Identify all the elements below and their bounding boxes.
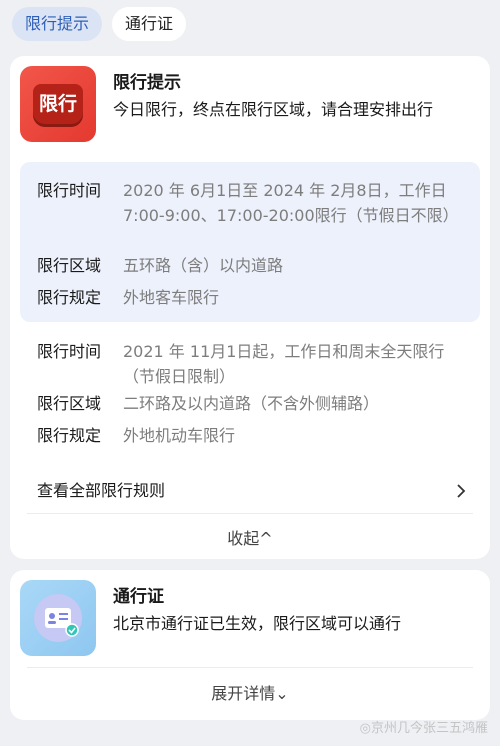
pass-subtitle: 北京市通行证已生效，限行区域可以通行 bbox=[113, 614, 402, 633]
expand-details-button[interactable]: 展开详情⌄ bbox=[10, 680, 490, 704]
view-all-rules-label: 查看全部限行规则 bbox=[37, 481, 166, 500]
rule1-rule-label: 限行规定 bbox=[37, 288, 102, 307]
top-tabs: 限行提示 通行证 bbox=[12, 7, 187, 41]
tab-restriction-tips[interactable]: 限行提示 bbox=[12, 7, 103, 41]
chevron-right-icon bbox=[455, 476, 467, 516]
divider bbox=[27, 667, 473, 668]
rule2-time-row: 限行时间 2021 年 11月1日起，工作日和周末全天限行（节假日限制） bbox=[37, 339, 453, 389]
watermark: ◎京州几今张三五鸿雁 bbox=[359, 721, 488, 736]
divider bbox=[27, 513, 473, 514]
pass-title: 通行证 bbox=[113, 587, 164, 607]
rule2-time-label: 限行时间 bbox=[37, 342, 102, 361]
rule2-area-row: 限行区域 二环路及以内道路（不含外侧辅路） bbox=[37, 391, 453, 416]
rule2-time-value: 2021 年 11月1日起，工作日和周末全天限行（节假日限制） bbox=[123, 342, 445, 386]
pass-card: 通行证 北京市通行证已生效，限行区域可以通行 展开详情⌄ bbox=[10, 570, 490, 720]
rule2-rule-row: 限行规定 外地机动车限行 bbox=[37, 423, 453, 448]
view-all-rules-link[interactable]: 查看全部限行规则 bbox=[37, 476, 467, 506]
rule2-rule-label: 限行规定 bbox=[37, 426, 102, 445]
collapse-button[interactable]: 收起^ bbox=[10, 525, 490, 549]
rule1-area-value: 五环路（含）以内道路 bbox=[123, 256, 284, 275]
restriction-icon-badge: 限行 bbox=[33, 84, 83, 124]
tab-pass[interactable]: 通行证 bbox=[112, 7, 187, 41]
rule1-time-row: 限行时间 2020 年 6月1日至 2024 年 2月8日，工作日7:00-9:… bbox=[37, 178, 459, 228]
rule1-rule-value: 外地客车限行 bbox=[123, 288, 220, 307]
rule1-area-label: 限行区域 bbox=[37, 256, 102, 275]
restriction-card: 限行 限行提示 今日限行，终点在限行区域，请合理安排出行 限行时间 2020 年… bbox=[10, 56, 490, 559]
rule2-area-label: 限行区域 bbox=[37, 394, 102, 413]
id-card-icon bbox=[20, 580, 96, 656]
rule1-area-row: 限行区域 五环路（含）以内道路 bbox=[37, 253, 453, 278]
restriction-subtitle: 今日限行，终点在限行区域，请合理安排出行 bbox=[113, 100, 434, 119]
restriction-icon: 限行 bbox=[20, 66, 96, 142]
rule1-rule-row: 限行规定 外地客车限行 bbox=[37, 285, 453, 310]
rule1-time-label: 限行时间 bbox=[37, 181, 102, 200]
restriction-title: 限行提示 bbox=[113, 73, 181, 93]
rule2-rule-value: 外地机动车限行 bbox=[123, 426, 236, 445]
rule1-time-value: 2020 年 6月1日至 2024 年 2月8日，工作日7:00-9:00、17… bbox=[123, 181, 459, 225]
rule2-area-value: 二环路及以内道路（不含外侧辅路） bbox=[123, 394, 380, 413]
